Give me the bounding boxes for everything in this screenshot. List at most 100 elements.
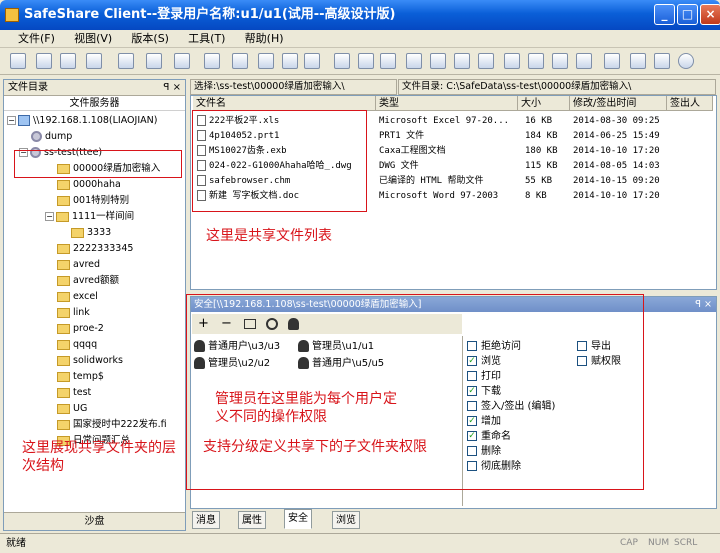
file-type: Caxa工程图文档 <box>379 146 446 156</box>
tree-node[interactable]: temp$ <box>57 370 104 384</box>
tab-browse[interactable]: 浏览 <box>332 511 360 529</box>
toolbar-cut-icon[interactable] <box>174 53 190 69</box>
toolbar-print-icon[interactable] <box>358 53 374 69</box>
pin-close-icon[interactable]: ꟼ × <box>163 80 181 96</box>
column-filename[interactable]: 文件名 <box>193 96 376 111</box>
tree-node-dump[interactable]: dump <box>31 130 72 144</box>
tree-node[interactable]: avred <box>57 258 100 272</box>
title-bar: SafeShare Client--登录用户名称:u1/u1(试用--高级设计版… <box>0 0 720 30</box>
toolbar-add-icon[interactable] <box>60 53 76 69</box>
tree-node[interactable]: excel <box>57 290 98 304</box>
tree-node[interactable]: 0000haha <box>57 178 121 192</box>
status-bar: 就绪 CAP NUM SCRL <box>0 533 720 553</box>
column-type[interactable]: 类型 <box>376 96 518 111</box>
folder-icon <box>71 227 84 238</box>
menu-bar: 文件(F) 视图(V) 版本(S) 工具(T) 帮助(H) <box>0 30 720 48</box>
menu-tools[interactable]: 工具(T) <box>180 30 233 48</box>
scroll-indicator: SCRL <box>674 538 698 548</box>
folder-icon <box>56 211 69 222</box>
file-size: 180 KB <box>525 146 558 156</box>
toolbar-edit-icon[interactable] <box>406 53 422 69</box>
pin-close-icon[interactable]: ꟼ × <box>695 297 712 312</box>
tab-label: 属性 <box>242 515 262 526</box>
menu-version[interactable]: 版本(S) <box>123 30 177 48</box>
toolbar-undo-icon[interactable] <box>304 53 320 69</box>
toolbar-download-icon[interactable] <box>232 53 248 69</box>
tree-node-label: \\192.168.1.108(LIAOJIAN) <box>33 115 158 126</box>
tree-node[interactable]: proe-2 <box>57 322 104 336</box>
toolbar-find-icon[interactable] <box>528 53 544 69</box>
file-size: 115 KB <box>525 161 558 171</box>
tree-node[interactable]: UG <box>57 402 87 416</box>
file-list-highlight <box>192 110 367 212</box>
num-indicator: NUM <box>648 538 670 548</box>
file-tree-title: 文件目录 <box>8 82 48 93</box>
toolbar-paste-icon[interactable] <box>146 53 162 69</box>
column-checkout-user[interactable]: 签出人 <box>667 96 713 111</box>
toolbar-list-icon[interactable] <box>454 53 470 69</box>
toolbar-copy-icon[interactable] <box>118 53 134 69</box>
toolbar-filter-icon[interactable] <box>552 53 568 69</box>
maximize-button[interactable]: □ <box>677 4 698 25</box>
share-icon <box>31 131 42 142</box>
tree-node-label: 2222333345 <box>73 243 134 254</box>
tree-node[interactable]: − 1111一样间间 <box>45 210 134 224</box>
tree-node[interactable]: 3333 <box>71 226 111 240</box>
file-list-annotation: 这里是共享文件列表 <box>206 228 332 244</box>
file-modified: 2014-06-25 15:49 <box>573 131 660 141</box>
minimize-button[interactable]: _ <box>654 4 675 25</box>
toolbar-checkin-icon[interactable] <box>258 53 274 69</box>
toolbar-delete-icon[interactable] <box>86 53 102 69</box>
tree-node[interactable]: avred额额 <box>57 274 119 288</box>
tree-node[interactable]: link <box>57 306 90 320</box>
toolbar-upload-icon[interactable] <box>204 53 220 69</box>
toolbar-history-icon[interactable] <box>576 53 592 69</box>
file-modified: 2014-08-30 09:25 <box>573 116 660 126</box>
toolbar-window-icon[interactable] <box>654 53 670 69</box>
folder-icon <box>57 307 70 318</box>
tree-node-label: test <box>73 387 92 398</box>
toolbar-page-icon[interactable] <box>334 53 350 69</box>
column-size[interactable]: 大小 <box>518 96 570 111</box>
computer-icon <box>18 115 30 126</box>
tab-properties[interactable]: 属性 <box>238 511 266 529</box>
file-size: 184 KB <box>525 131 558 141</box>
toolbar-new-icon[interactable] <box>10 53 26 69</box>
tree-node-label: excel <box>73 291 98 302</box>
tree-node-label: link <box>73 307 90 318</box>
toolbar-detail-icon[interactable] <box>478 53 494 69</box>
tree-node-label: UG <box>73 403 88 414</box>
collapse-icon[interactable]: − <box>7 116 16 125</box>
file-size: 55 KB <box>525 176 553 186</box>
tree-node[interactable]: qqqq <box>57 338 97 352</box>
tree-node[interactable]: 国家授时中222发布.fi <box>57 418 167 432</box>
toolbar-view-icon[interactable] <box>380 53 396 69</box>
tree-node[interactable]: solidworks <box>57 354 123 368</box>
window-title: SafeShare Client--登录用户名称:u1/u1(试用--高级设计版… <box>24 7 396 22</box>
toolbar-help-icon[interactable] <box>678 53 694 69</box>
toolbar-doc-icon[interactable] <box>430 53 446 69</box>
tree-node-label: qqqq <box>73 339 98 350</box>
tree-node[interactable]: test <box>57 386 91 400</box>
toolbar-search-icon[interactable] <box>504 53 520 69</box>
tab-messages[interactable]: 消息 <box>192 511 220 529</box>
menu-help[interactable]: 帮助(H) <box>237 30 292 48</box>
collapse-icon[interactable]: − <box>45 212 54 221</box>
folder-icon <box>57 387 70 398</box>
tab-security[interactable]: 安全 <box>284 509 312 529</box>
toolbar-settings-icon[interactable] <box>604 53 620 69</box>
column-modified[interactable]: 修改/签出时间 <box>570 96 667 111</box>
toolbar-stop-icon[interactable] <box>630 53 646 69</box>
tree-node-server[interactable]: − \\192.168.1.108(LIAOJIAN) <box>7 114 157 128</box>
menu-view[interactable]: 视图(V) <box>66 30 120 48</box>
tree-node[interactable]: 001特别特别 <box>57 194 129 208</box>
tab-label: 浏览 <box>336 515 356 526</box>
sandbox-label[interactable]: 沙盘 <box>4 512 185 530</box>
menu-file[interactable]: 文件(F) <box>10 30 63 48</box>
tree-node[interactable]: 2222333345 <box>57 242 133 256</box>
tree-node-label: solidworks <box>73 355 124 366</box>
toolbar-folder-icon[interactable] <box>36 53 52 69</box>
toolbar-checkout-icon[interactable] <box>282 53 298 69</box>
close-button[interactable]: × <box>700 4 720 25</box>
folder-icon <box>57 355 70 366</box>
